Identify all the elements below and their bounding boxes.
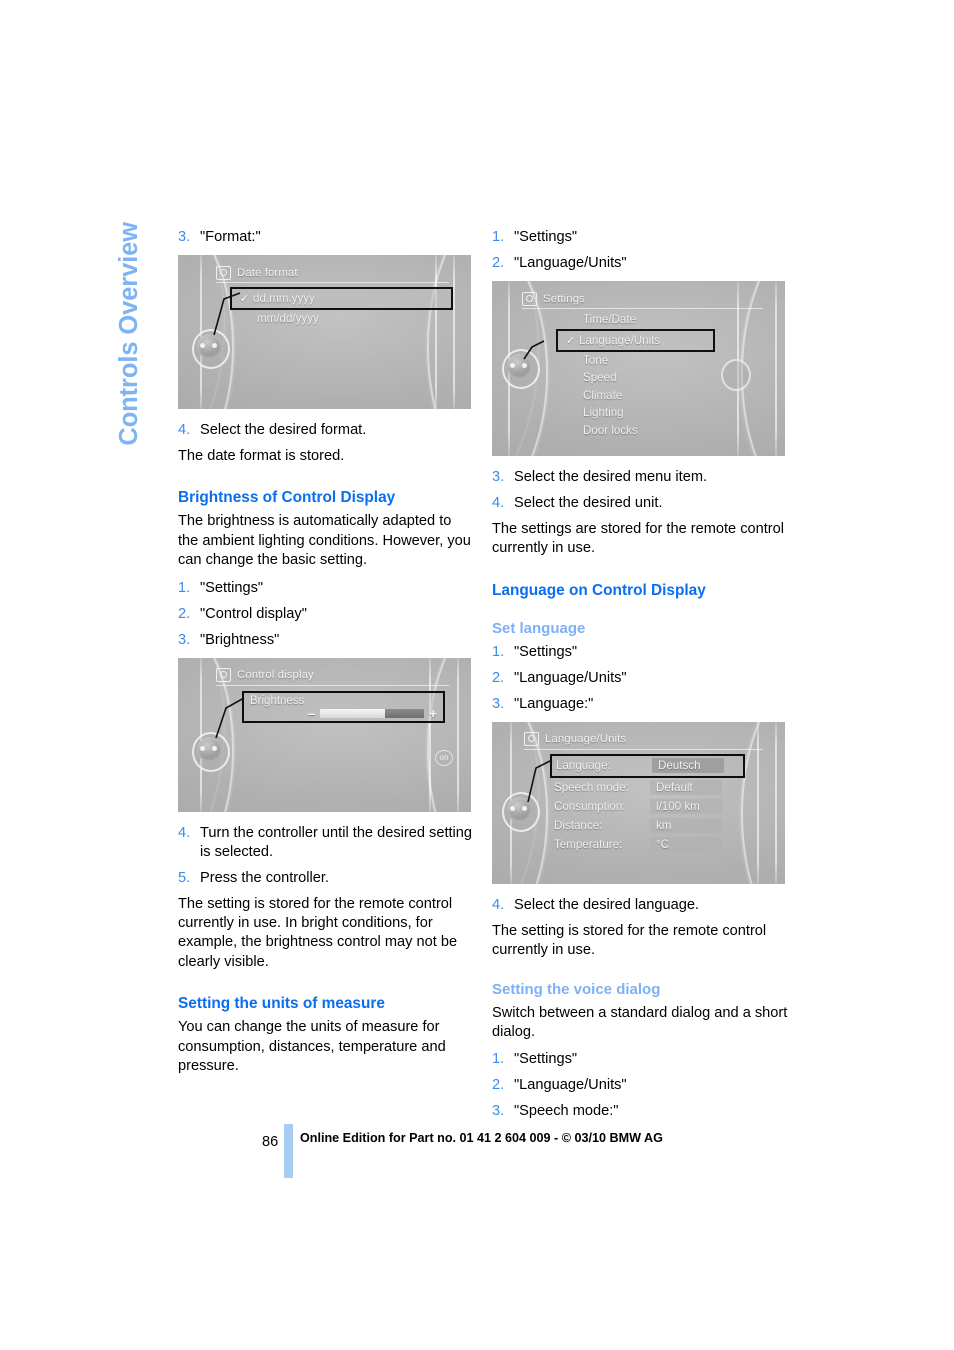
footer-accent-bar [284, 1124, 293, 1178]
list-item: 4. Turn the controller until the desired… [178, 824, 474, 862]
step-text: "Settings" [514, 643, 578, 660]
step-text: Select the desired menu item. [514, 469, 708, 485]
step-text: Select the desired unit. [514, 495, 663, 511]
list-item: 3. "Language:" [492, 695, 788, 714]
paragraph-voice-dialog: Switch between a standard dialog and a s… [492, 1004, 788, 1041]
page-number: 86 [262, 1134, 279, 1150]
list-item: 5. Press the controller. [178, 869, 474, 888]
step-text: "Speech mode:" [514, 1103, 619, 1120]
figure-language-units-screen: Language/Units Language: Deutsch Speech … [492, 721, 785, 884]
step-text: "Language/Units" [514, 1077, 627, 1094]
step-text: Select the desired language. [514, 896, 699, 913]
list-item: 1. "Settings" [492, 1050, 788, 1069]
step-number: 1. [492, 1051, 505, 1068]
list-item: 1. "Settings" [492, 228, 788, 247]
footer-text: Online Edition for Part no. 01 41 2 604 … [300, 1131, 663, 1145]
step-number: 2. [492, 1077, 505, 1094]
subheading-set-language: Set language [492, 619, 586, 637]
step-number: 4. [492, 896, 505, 913]
step-text: "Settings" [514, 229, 578, 245]
paragraph-units-stored: The settings are stored for the remote c… [492, 521, 785, 557]
leader-line [215, 696, 245, 738]
step-number: 1. [492, 229, 505, 245]
step-number: 5. [178, 869, 191, 886]
step-number: 1. [178, 579, 191, 596]
heading-brightness: Brightness of Control Display [178, 489, 396, 507]
list-item: 1. "Settings" [492, 643, 788, 662]
step-number: 1. [492, 643, 505, 660]
paragraph-language-stored: The setting is stored for the remote con… [492, 922, 767, 959]
list-item: 3. Select the desired menu item. [492, 468, 788, 487]
step-number: 2. [492, 669, 505, 686]
step-number: 3. [492, 1103, 505, 1120]
step-text: "Settings" [200, 579, 264, 596]
step-number: 4. [178, 824, 191, 841]
step-text: "Language/Units" [514, 255, 627, 271]
list-item: 2. "Language/Units" [492, 254, 788, 273]
step-number: 3. [492, 695, 505, 712]
right-column: 1. "Settings" 2. "Language/Units" Settin… [492, 228, 788, 1128]
leader-line [213, 292, 241, 336]
step-text: "Settings" [514, 1051, 578, 1068]
leader-line [527, 759, 553, 802]
paragraph-brightness: The brightness is automatically adapted … [178, 513, 471, 569]
step-text: "Language:" [514, 695, 594, 712]
paragraph-date-stored: The date format is stored. [178, 448, 345, 464]
list-item: 4. Select the desired language. [492, 896, 788, 915]
step-number: 2. [178, 605, 191, 622]
step-number: 3. [492, 469, 505, 485]
subheading-voice-dialog: Setting the voice dialog [492, 980, 661, 998]
leader-line [523, 340, 545, 360]
manual-page: Controls Overview 3. "Format:" Date form… [0, 0, 954, 1350]
step-text: Turn the controller until the desired se… [200, 824, 473, 860]
list-item: 3. "Speech mode:" [492, 1102, 788, 1121]
left-column: 3. "Format:" Date format ✓ dd.mm.yyyy mm… [178, 228, 474, 1084]
step-text: "Control display" [200, 605, 307, 622]
step-text: "Language/Units" [514, 669, 627, 686]
figure-control-display-screen: Control display Brightness – + on [178, 657, 471, 812]
step-number: 4. [178, 422, 191, 438]
list-item: 3. "Format:" [178, 228, 474, 247]
chapter-tab-label: Controls Overview [115, 222, 143, 446]
figure-date-format-screen: Date format ✓ dd.mm.yyyy mm/dd/yyyy [178, 255, 471, 409]
heading-units: Setting the units of measure [178, 995, 385, 1013]
step-text: "Format:" [200, 229, 261, 245]
figure-settings-screen: Settings Time/Date ✓ Language/Units Tone… [492, 281, 785, 456]
step-number: 2. [492, 255, 505, 271]
heading-language: Language on Control Display [492, 581, 706, 599]
list-item: 4. Select the desired format. [178, 421, 474, 440]
paragraph-brightness-stored: The setting is stored for the remote con… [178, 895, 458, 970]
list-item: 2. "Language/Units" [492, 669, 788, 688]
list-item: 1. "Settings" [178, 579, 474, 598]
list-item: 2. "Language/Units" [492, 1076, 788, 1095]
list-item: 2. "Control display" [178, 605, 474, 624]
step-number: 4. [492, 495, 505, 511]
step-number: 3. [178, 631, 191, 648]
paragraph-units: You can change the units of measure for … [178, 1019, 446, 1075]
step-text: Select the desired format. [200, 422, 367, 438]
step-number: 3. [178, 229, 191, 245]
step-text: "Brightness" [200, 631, 280, 648]
step-text: Press the controller. [200, 869, 329, 886]
list-item: 4. Select the desired unit. [492, 494, 788, 513]
list-item: 3. "Brightness" [178, 631, 474, 650]
chapter-tab: Controls Overview [107, 0, 151, 446]
